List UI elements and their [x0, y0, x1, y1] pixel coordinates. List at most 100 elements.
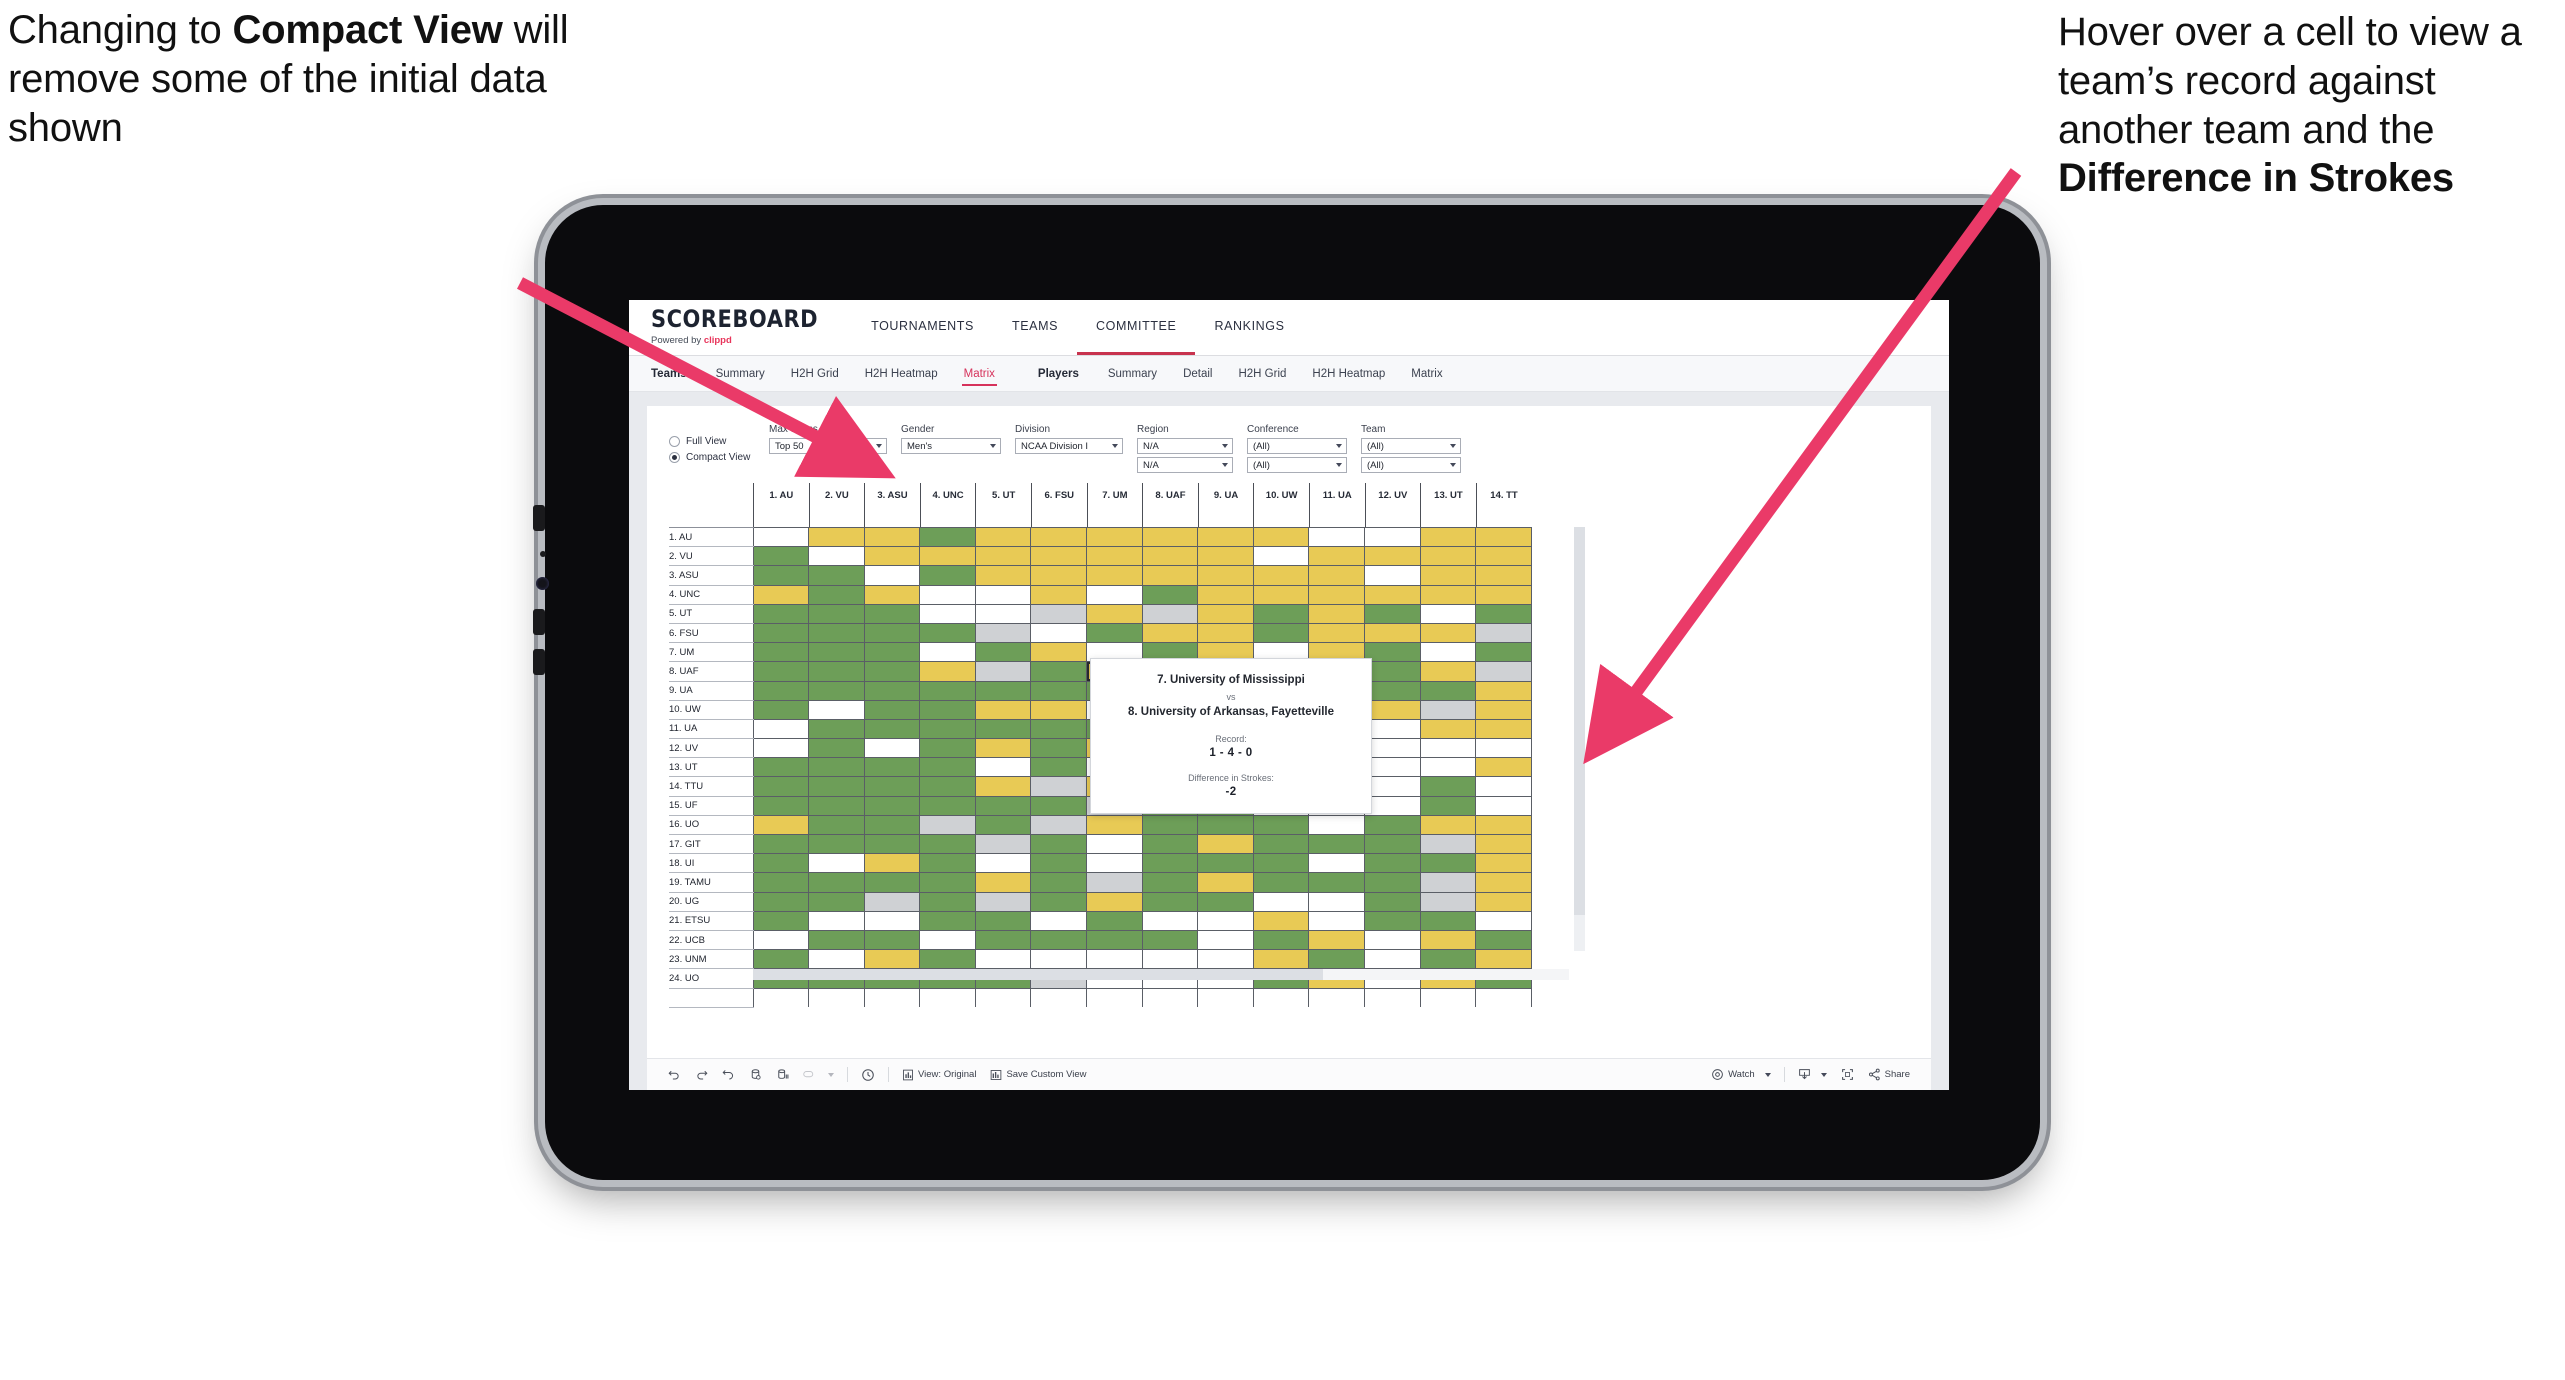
revert-icon[interactable]: [715, 1068, 742, 1081]
matrix-row-header[interactable]: 12. UV: [669, 738, 753, 759]
matrix-cell[interactable]: [1475, 661, 1532, 682]
matrix-cell[interactable]: [919, 699, 976, 720]
filter-select-team-2[interactable]: (All): [1361, 457, 1461, 473]
matrix-cell[interactable]: [1475, 526, 1532, 548]
filter-select-max-teams-in-view[interactable]: Top 50: [769, 438, 887, 454]
matrix-cell[interactable]: [919, 891, 976, 912]
matrix-cell[interactable]: [1419, 833, 1477, 855]
matrix-cell[interactable]: [1197, 546, 1254, 567]
matrix-cell[interactable]: [1197, 949, 1254, 970]
matrix-cell[interactable]: [1252, 929, 1310, 951]
matrix-cell[interactable]: [752, 603, 810, 624]
subnav-item-players-summary[interactable]: Summary: [1095, 356, 1170, 392]
matrix-row-header[interactable]: 7. UM: [669, 642, 753, 663]
matrix-cell[interactable]: [1475, 872, 1532, 893]
matrix-cell[interactable]: [1252, 526, 1310, 548]
subnav-item-teams-summary[interactable]: Summary: [703, 356, 778, 392]
matrix-cell[interactable]: [808, 853, 865, 874]
app-logo[interactable]: SCOREBOARD Powered by clippd: [651, 300, 852, 355]
matrix-cell[interactable]: [1141, 546, 1199, 567]
matrix-cell[interactable]: [974, 738, 1032, 759]
matrix-col-header[interactable]: 5. UT: [975, 483, 1031, 528]
matrix-cell[interactable]: [1141, 853, 1199, 874]
matrix-cell[interactable]: [1364, 891, 1421, 912]
matrix-cell[interactable]: [1364, 546, 1421, 567]
matrix-cell[interactable]: [752, 526, 810, 548]
horizontal-scrollbar-thumb[interactable]: [753, 969, 1323, 980]
matrix-cell[interactable]: [1308, 584, 1366, 605]
matrix-cell[interactable]: [1308, 929, 1366, 951]
matrix-cell[interactable]: [808, 872, 865, 893]
matrix-col-header[interactable]: 10. UW: [1253, 483, 1309, 528]
share-button[interactable]: Share: [1861, 1068, 1917, 1081]
matrix-cell[interactable]: [1419, 565, 1477, 586]
matrix-cell[interactable]: [863, 853, 921, 874]
matrix-cell[interactable]: [752, 872, 810, 893]
matrix-cell[interactable]: [1419, 910, 1477, 931]
matrix-cell[interactable]: [1030, 833, 1088, 855]
matrix-cell[interactable]: [752, 699, 810, 720]
topnav-item-tournaments[interactable]: TOURNAMENTS: [852, 300, 993, 355]
history-icon[interactable]: [854, 1068, 882, 1082]
matrix-cell[interactable]: [974, 546, 1032, 567]
matrix-cell[interactable]: [1419, 680, 1477, 701]
matrix-cell[interactable]: [1030, 814, 1088, 836]
matrix-cell[interactable]: [808, 699, 865, 720]
matrix-cell[interactable]: [1419, 929, 1477, 951]
filter-select-region-2[interactable]: N/A: [1137, 457, 1233, 473]
vertical-scrollbar-thumb[interactable]: [1574, 527, 1585, 915]
matrix-row-header[interactable]: 2. VU: [669, 546, 753, 567]
matrix-col-header[interactable]: 8. UAF: [1142, 483, 1198, 528]
matrix-cell[interactable]: [974, 622, 1032, 644]
matrix-cell[interactable]: [1364, 526, 1421, 548]
matrix-row-header[interactable]: 21. ETSU: [669, 911, 753, 931]
matrix-cell[interactable]: [1086, 853, 1143, 874]
matrix-cell[interactable]: [1475, 699, 1532, 720]
matrix-cell[interactable]: [974, 776, 1032, 797]
matrix-cell[interactable]: [1030, 910, 1088, 931]
redo-icon[interactable]: [688, 1068, 715, 1081]
matrix-cell[interactable]: [808, 949, 865, 970]
matrix-cell[interactable]: [1364, 718, 1421, 740]
matrix-cell[interactable]: [1419, 584, 1477, 605]
matrix-cell[interactable]: [919, 910, 976, 931]
matrix-cell[interactable]: [1030, 642, 1088, 663]
matrix-cell[interactable]: [1419, 642, 1477, 663]
matrix-cell[interactable]: [1308, 565, 1366, 586]
matrix-cell[interactable]: [974, 603, 1032, 624]
matrix-col-header[interactable]: 12. UV: [1364, 483, 1421, 528]
matrix-cell[interactable]: [1475, 853, 1532, 874]
matrix-cell[interactable]: [752, 833, 810, 855]
matrix-cell[interactable]: [1475, 584, 1532, 605]
matrix-cell[interactable]: [974, 526, 1032, 548]
matrix-cell[interactable]: [974, 795, 1032, 816]
matrix-cell[interactable]: [1475, 565, 1532, 586]
matrix-cell[interactable]: [752, 680, 810, 701]
matrix-cell[interactable]: [919, 603, 976, 624]
matrix-cell[interactable]: [808, 757, 865, 778]
matrix-cell[interactable]: [863, 949, 921, 970]
matrix-cell[interactable]: [1141, 891, 1199, 912]
filter-select-conference-2[interactable]: (All): [1247, 457, 1347, 473]
matrix-cell[interactable]: [1252, 814, 1310, 836]
matrix-cell[interactable]: [1141, 929, 1199, 951]
matrix-cell[interactable]: [1197, 833, 1254, 855]
matrix-cell[interactable]: [863, 642, 921, 663]
matrix-cell[interactable]: [1419, 872, 1477, 893]
matrix-cell[interactable]: [1086, 833, 1143, 855]
matrix-cell[interactable]: [863, 910, 921, 931]
matrix-cell[interactable]: [1030, 738, 1088, 759]
matrix-cell[interactable]: [1030, 526, 1088, 548]
matrix-cell[interactable]: [1419, 776, 1477, 797]
matrix-row-header[interactable]: 19. TAMU: [669, 872, 753, 893]
matrix-cell[interactable]: [1086, 949, 1143, 970]
subnav-item-teams-h2h-heatmap[interactable]: H2H Heatmap: [852, 356, 951, 392]
matrix-cell[interactable]: [863, 661, 921, 682]
subnav-item-players-detail[interactable]: Detail: [1170, 356, 1225, 392]
matrix-cell[interactable]: [1086, 584, 1143, 605]
matrix-cell[interactable]: [1252, 565, 1310, 586]
matrix-cell[interactable]: [752, 814, 810, 836]
matrix-cell[interactable]: [1030, 584, 1088, 605]
matrix-cell[interactable]: [863, 584, 921, 605]
radio-full-view[interactable]: Full View: [669, 436, 755, 447]
